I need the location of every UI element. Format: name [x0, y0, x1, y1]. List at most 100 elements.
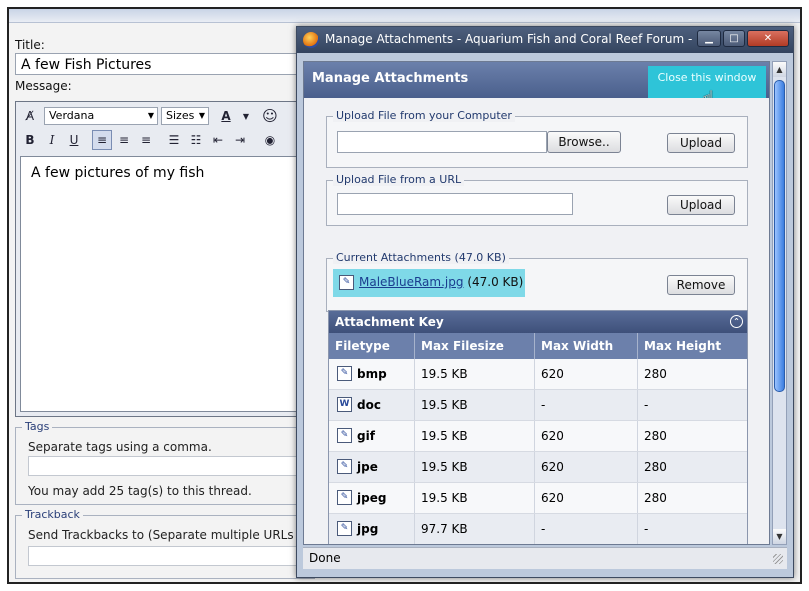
width-cell: 620: [535, 359, 638, 389]
trackback-legend: Trackback: [22, 508, 83, 521]
filesize-cell: 19.5 KB: [415, 359, 535, 389]
remove-button[interactable]: Remove: [667, 275, 735, 295]
image-file-icon: ✎: [337, 459, 352, 474]
column-header: Max Filesize: [415, 333, 535, 359]
current-attachments-legend: Current Attachments (47.0 KB): [333, 251, 509, 264]
chevron-down-icon[interactable]: ▼: [236, 106, 256, 126]
editor-toolbar-bottom: B I U ≡ ≡ ≡ ☰ ☷ ⇤ ⇥ ◉: [18, 130, 308, 152]
message-label: Message:: [15, 79, 72, 93]
filetype-cell: ✎ jpeg: [329, 483, 415, 513]
message-text-area[interactable]: A few pictures of my fish: [20, 156, 310, 412]
url-input[interactable]: [337, 193, 573, 215]
file-path-input[interactable]: [337, 131, 547, 153]
status-text: Done: [309, 551, 341, 565]
attachment-item: ✎ MaleBlueRam.jpg (47.0 KB): [333, 269, 525, 297]
message-editor: A̸ Verdana ▼ Sizes ▼ A ▼ ☺ B I U ≡ ≡ ≡ ☰…: [15, 101, 315, 417]
tags-hint: Separate tags using a comma.: [28, 440, 212, 454]
maximize-icon[interactable]: □: [723, 30, 745, 47]
scroll-down-icon[interactable]: ▼: [773, 529, 786, 544]
image-file-icon: ✎: [337, 366, 352, 381]
height-cell: -: [644, 398, 649, 412]
italic-icon[interactable]: I: [42, 130, 62, 150]
top-bar: [9, 9, 800, 23]
filetype-name: bmp: [357, 367, 387, 381]
filetype-cell: ✎ jpe: [329, 452, 415, 482]
header-title: Manage Attachments: [312, 71, 469, 86]
filesize-cell: 19.5 KB: [415, 452, 535, 482]
firefox-icon: [303, 32, 319, 48]
filetype-name: gif: [357, 429, 375, 443]
table-row: ✎ jpe 19.5 KB 620 280: [329, 452, 747, 483]
window-titlebar[interactable]: Manage Attachments - Aquarium Fish and C…: [297, 27, 793, 53]
upload-url-legend: Upload File from a URL: [333, 173, 465, 186]
width-cell: 620: [535, 452, 638, 482]
width-cell: 620: [535, 483, 638, 513]
chevron-down-icon: ▼: [147, 111, 154, 120]
smiley-icon[interactable]: ☺: [260, 106, 280, 126]
resize-grip-icon[interactable]: [773, 554, 783, 564]
filesize-cell: 19.5 KB: [415, 390, 535, 420]
width-cell: -: [535, 390, 638, 420]
font-select-value: Verdana: [49, 109, 95, 122]
height-cell: 280: [644, 491, 667, 505]
unordered-list-icon[interactable]: ☷: [186, 130, 206, 150]
attachment-name[interactable]: MaleBlueRam.jpg: [359, 275, 463, 289]
trackback-input[interactable]: [28, 546, 308, 566]
column-header: Max Height: [644, 339, 722, 353]
align-right-icon[interactable]: ≡: [136, 130, 156, 150]
tags-legend: Tags: [22, 420, 53, 433]
size-select[interactable]: Sizes ▼: [161, 107, 209, 125]
align-left-icon[interactable]: ≡: [92, 130, 112, 150]
trackback-hint: Send Trackbacks to (Separate multiple UR…: [28, 528, 308, 542]
upload-computer-button[interactable]: Upload: [667, 133, 735, 153]
height-cell: 280: [644, 460, 667, 474]
underline-icon[interactable]: U: [64, 130, 84, 150]
width-cell: 620: [535, 421, 638, 451]
attachment-key-header: Attachment Key ⌃: [329, 311, 747, 333]
remove-format-icon[interactable]: A̸: [20, 106, 40, 126]
table-row: ✎ bmp 19.5 KB 620 280: [329, 359, 747, 390]
minimize-icon[interactable]: ▁: [697, 30, 721, 47]
status-bar: Done: [303, 547, 787, 569]
title-input[interactable]: A few Fish Pictures: [15, 53, 315, 75]
filetype-name: doc: [357, 398, 381, 412]
vertical-scrollbar[interactable]: ▲ ▼: [772, 61, 787, 545]
upload-computer-fieldset: Upload File from your Computer Browse.. …: [326, 109, 748, 168]
popup-content: Manage Attachments Close this window ☝ U…: [303, 61, 770, 545]
image-file-icon: ✎: [337, 521, 352, 536]
current-attachments-fieldset: Current Attachments (47.0 KB) ✎ MaleBlue…: [326, 251, 748, 312]
tags-limit-text: You may add 25 tag(s) to this thread.: [28, 484, 252, 498]
column-header: Filetype: [329, 333, 415, 359]
word-document-icon: W: [337, 397, 352, 412]
insert-link-icon[interactable]: ◉: [260, 130, 280, 150]
title-label: Title:: [15, 38, 45, 52]
filetype-cell: Wdoc: [329, 390, 415, 420]
font-select[interactable]: Verdana ▼: [44, 107, 158, 125]
filetype-name: jpe: [357, 460, 378, 474]
attachment-key-title: Attachment Key: [335, 315, 444, 329]
height-cell: 280: [644, 367, 667, 381]
font-color-icon[interactable]: A: [216, 106, 236, 126]
tags-input[interactable]: [28, 456, 308, 476]
filetype-name: jpg: [357, 522, 379, 536]
window-title: Manage Attachments - Aquarium Fish and C…: [325, 32, 695, 46]
ordered-list-icon[interactable]: ☰: [164, 130, 184, 150]
width-cell: -: [535, 514, 638, 544]
collapse-icon[interactable]: ⌃: [730, 315, 743, 328]
outdent-icon[interactable]: ⇤: [208, 130, 228, 150]
filesize-cell: 97.7 KB: [415, 514, 535, 544]
editor-toolbar-top: A̸ Verdana ▼ Sizes ▼ A ▼ ☺: [18, 106, 308, 128]
browse-button[interactable]: Browse..: [547, 131, 621, 153]
scroll-up-icon[interactable]: ▲: [773, 62, 786, 77]
table-row: ✎ gif 19.5 KB 620 280: [329, 421, 747, 452]
upload-url-fieldset: Upload File from a URL Upload: [326, 173, 748, 226]
indent-icon[interactable]: ⇥: [230, 130, 250, 150]
align-center-icon[interactable]: ≡: [114, 130, 134, 150]
scroll-thumb[interactable]: [774, 80, 785, 392]
close-icon[interactable]: ✕: [747, 30, 789, 47]
attachment-link[interactable]: MaleBlueRam.jpg (47.0 KB): [359, 275, 523, 289]
filetype-cell: ✎ gif: [329, 421, 415, 451]
bold-icon[interactable]: B: [20, 130, 40, 150]
upload-url-button[interactable]: Upload: [667, 195, 735, 215]
table-row: Wdoc 19.5 KB - -: [329, 390, 747, 421]
